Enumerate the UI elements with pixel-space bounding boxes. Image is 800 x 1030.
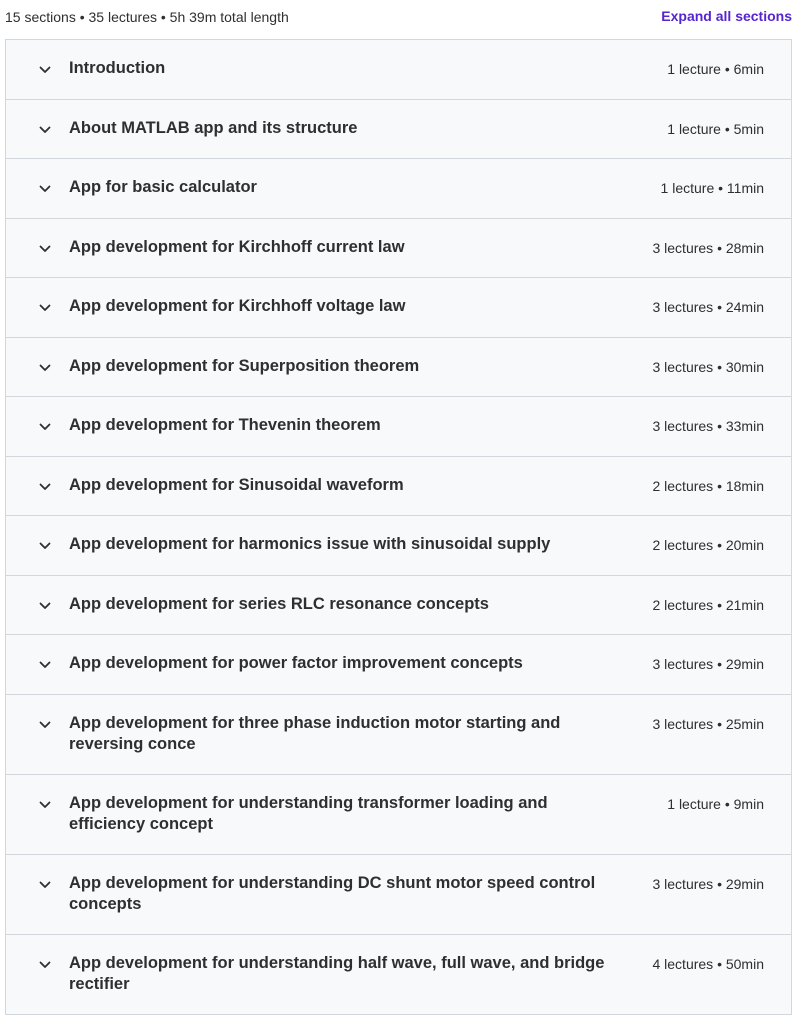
section-title: About MATLAB app and its structure	[69, 118, 358, 137]
section-lecture-count: 3 lectures • 25min	[652, 715, 764, 732]
section-header-introduction[interactable]: Introduction 1 lecture • 6min	[6, 40, 791, 100]
section-lecture-count: 3 lectures • 28min	[652, 239, 764, 256]
section-title: App development for understanding DC shu…	[69, 873, 596, 913]
chevron-down-icon	[37, 419, 53, 435]
section-lecture-count: 1 lecture • 11min	[660, 180, 764, 196]
chevron-down-icon	[37, 797, 53, 813]
section-header-about-matlab-app[interactable]: About MATLAB app and its structure 1 lec…	[6, 99, 791, 159]
section-lecture-count: 1 lecture • 9min	[667, 795, 764, 812]
section-title: App development for Thevenin theorem	[69, 416, 381, 434]
section-header-sinusoidal-waveform[interactable]: App development for Sinusoidal waveform …	[6, 456, 791, 516]
section-header-series-rlc-resonance[interactable]: App development for series RLC resonance…	[6, 575, 791, 635]
chevron-down-icon	[37, 181, 53, 197]
section-header-basic-calculator[interactable]: App for basic calculator 1 lecture • 11m…	[6, 159, 791, 219]
section-title: App for basic calculator	[69, 178, 257, 196]
section-title: App development for Kirchhoff voltage la…	[69, 297, 406, 315]
section-header-kirchhoff-voltage-law[interactable]: App development for Kirchhoff voltage la…	[6, 278, 791, 338]
section-header-thevenin-theorem[interactable]: App development for Thevenin theorem 3 l…	[6, 397, 791, 457]
section-title: App development for series RLC resonance…	[69, 594, 489, 613]
chevron-down-icon	[37, 62, 53, 78]
section-title: App development for power factor improve…	[69, 654, 523, 672]
section-header-kirchhoff-current-law[interactable]: App development for Kirchhoff current la…	[6, 218, 791, 278]
section-lecture-count: 4 lectures • 50min	[652, 955, 764, 972]
section-lecture-count: 3 lectures • 30min	[652, 358, 764, 375]
section-lecture-count: 3 lectures • 29min	[652, 875, 764, 892]
chevron-down-icon	[37, 877, 53, 893]
section-title: Introduction	[69, 59, 166, 77]
chevron-down-icon	[37, 538, 53, 554]
section-lecture-count: 2 lectures • 20min	[652, 537, 764, 553]
course-summary-text: 15 sections • 35 lectures • 5h 39m total…	[5, 9, 289, 25]
section-header-harmonics-issue[interactable]: App development for harmonics issue with…	[6, 516, 791, 576]
section-title: App development for understanding half w…	[69, 953, 605, 993]
section-header-superposition-theorem[interactable]: App development for Superposition theore…	[6, 337, 791, 397]
expand-all-sections-button[interactable]: Expand all sections	[661, 8, 792, 24]
section-title: App development for Kirchhoff current la…	[69, 237, 405, 256]
chevron-down-icon	[37, 300, 53, 316]
chevron-down-icon	[37, 479, 53, 495]
section-lecture-count: 3 lectures • 24min	[652, 299, 764, 315]
curriculum-summary-bar: 15 sections • 35 lectures • 5h 39m total…	[5, 0, 792, 36]
section-lecture-count: 2 lectures • 21min	[652, 596, 764, 613]
section-lecture-count: 2 lectures • 18min	[652, 477, 764, 494]
section-lecture-count: 3 lectures • 29min	[652, 656, 764, 672]
section-lecture-count: 1 lecture • 6min	[667, 61, 764, 77]
section-header-dc-shunt-motor[interactable]: App development for understanding DC shu…	[6, 854, 791, 935]
section-lecture-count: 1 lecture • 5min	[667, 120, 764, 137]
chevron-down-icon	[37, 598, 53, 614]
chevron-down-icon	[37, 241, 53, 257]
chevron-down-icon	[37, 360, 53, 376]
chevron-down-icon	[37, 957, 53, 973]
chevron-down-icon	[37, 717, 53, 733]
chevron-down-icon	[37, 657, 53, 673]
section-title: App development for understanding transf…	[69, 793, 548, 833]
section-header-induction-motor-starting[interactable]: App development for three phase inductio…	[6, 694, 791, 775]
section-title: App development for harmonics issue with…	[69, 535, 551, 553]
section-header-power-factor-improvement[interactable]: App development for power factor improve…	[6, 635, 791, 695]
chevron-down-icon	[37, 122, 53, 138]
section-title: App development for three phase inductio…	[69, 713, 561, 753]
curriculum-section-list: Introduction 1 lecture • 6min About MATL…	[5, 39, 792, 1015]
section-title: App development for Superposition theore…	[69, 356, 420, 375]
section-header-transformer-loading[interactable]: App development for understanding transf…	[6, 774, 791, 855]
section-lecture-count: 3 lectures • 33min	[652, 418, 764, 434]
section-title: App development for Sinusoidal waveform	[69, 475, 404, 494]
section-header-rectifier[interactable]: App development for understanding half w…	[6, 934, 791, 1015]
